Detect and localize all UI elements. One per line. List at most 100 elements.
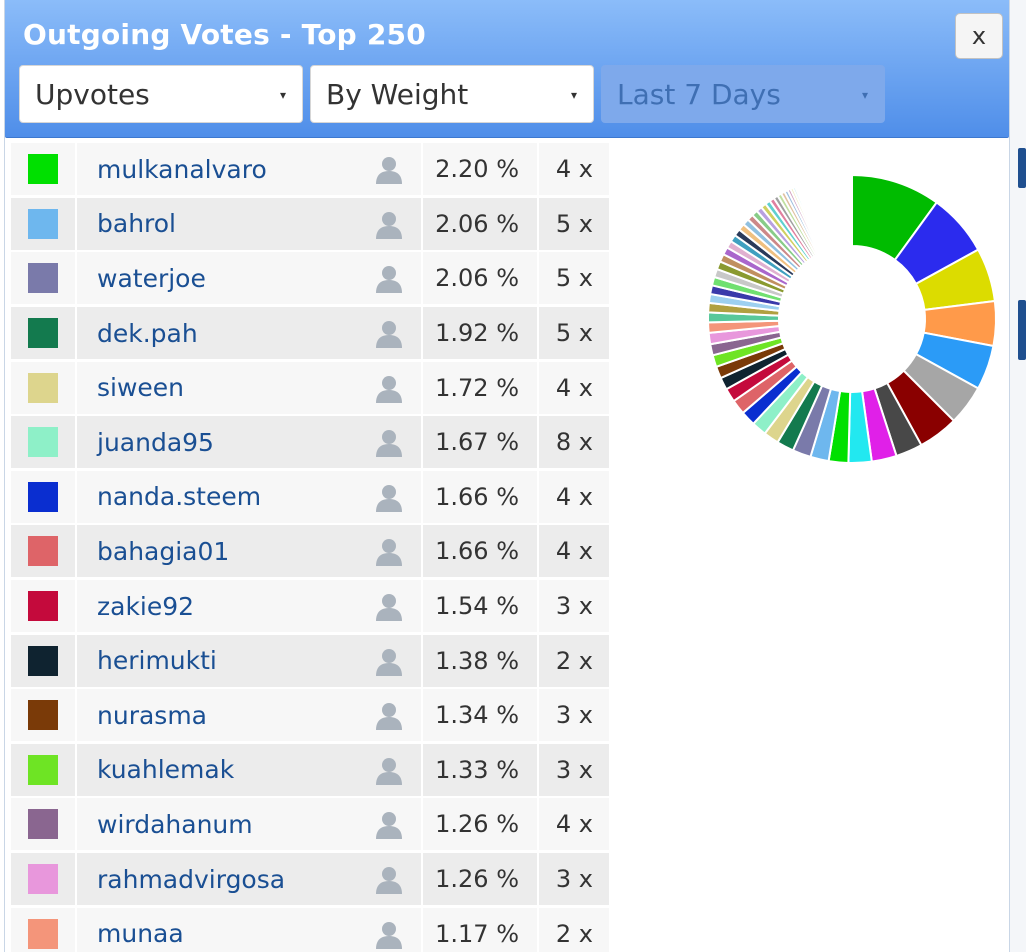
table-row: nanda.steem 1.66 % 4 x xyxy=(11,470,611,525)
color-cell xyxy=(11,798,75,851)
name-cell: juanda95 xyxy=(77,416,421,469)
table-row: juanda95 1.67 % 8 x xyxy=(11,415,611,470)
weight-percent: 1.54 % xyxy=(423,580,537,633)
voter-name-link[interactable]: kuahlemak xyxy=(97,755,234,784)
user-icon[interactable] xyxy=(373,153,405,185)
color-swatch xyxy=(28,864,58,895)
table-row: munaa 1.17 % 2 x xyxy=(11,906,611,952)
name-cell: mulkanalvaro xyxy=(77,143,421,196)
vote-count: 5 x xyxy=(539,252,609,305)
color-swatch xyxy=(28,918,58,949)
period-select: Last 7 Days ▾ xyxy=(601,65,885,123)
dialog-title: Outgoing Votes - Top 250 xyxy=(23,18,426,51)
name-cell: dek.pah xyxy=(77,307,421,360)
vote-count: 4 x xyxy=(539,798,609,851)
vote-type-select[interactable]: Upvotes ▾ xyxy=(19,65,303,123)
weight-percent: 2.06 % xyxy=(423,197,537,250)
user-icon[interactable] xyxy=(373,645,405,677)
voter-name-link[interactable]: zakie92 xyxy=(97,592,194,621)
vote-count: 3 x xyxy=(539,743,609,796)
table-row: herimukti 1.38 % 2 x xyxy=(11,633,611,688)
voter-name-link[interactable]: nanda.steem xyxy=(97,482,261,511)
color-cell xyxy=(11,853,75,906)
weight-percent: 1.72 % xyxy=(423,361,537,414)
color-swatch xyxy=(28,645,58,676)
color-cell xyxy=(11,743,75,796)
close-button[interactable]: x xyxy=(955,13,1003,59)
weight-percent: 1.17 % xyxy=(423,907,537,952)
user-icon[interactable] xyxy=(373,262,405,294)
color-swatch xyxy=(28,427,58,458)
table-row: nurasma 1.34 % 3 x xyxy=(11,688,611,743)
user-icon[interactable] xyxy=(373,808,405,840)
weight-percent: 1.38 % xyxy=(423,634,537,687)
weight-percent: 1.26 % xyxy=(423,798,537,851)
table-row: waterjoe 2.06 % 5 x xyxy=(11,251,611,306)
color-cell xyxy=(11,143,75,196)
weight-percent: 1.67 % xyxy=(423,416,537,469)
color-swatch xyxy=(28,536,58,567)
user-icon[interactable] xyxy=(373,754,405,786)
color-cell xyxy=(11,252,75,305)
name-cell: wirdahanum xyxy=(77,798,421,851)
color-swatch xyxy=(28,809,58,840)
user-icon[interactable] xyxy=(373,699,405,731)
voter-name-link[interactable]: juanda95 xyxy=(97,428,214,457)
voter-name-link[interactable]: herimukti xyxy=(97,646,217,675)
user-icon[interactable] xyxy=(373,590,405,622)
voter-name-link[interactable]: waterjoe xyxy=(97,264,206,293)
voter-name-link[interactable]: munaa xyxy=(97,919,184,948)
table-row: rahmadvirgosa 1.26 % 3 x xyxy=(11,852,611,907)
user-icon[interactable] xyxy=(373,372,405,404)
color-swatch xyxy=(28,700,58,731)
name-cell: munaa xyxy=(77,907,421,952)
name-cell: nanda.steem xyxy=(77,470,421,523)
user-icon[interactable] xyxy=(373,863,405,895)
voter-name-link[interactable]: mulkanalvaro xyxy=(97,155,267,184)
user-icon[interactable] xyxy=(373,535,405,567)
color-swatch xyxy=(28,318,58,349)
vote-count: 3 x xyxy=(539,689,609,742)
color-cell xyxy=(11,580,75,633)
voter-name-link[interactable]: dek.pah xyxy=(97,319,198,348)
color-cell xyxy=(11,470,75,523)
user-icon[interactable] xyxy=(373,426,405,458)
user-icon[interactable] xyxy=(373,208,405,240)
weight-percent: 1.66 % xyxy=(423,525,537,578)
vote-count: 8 x xyxy=(539,416,609,469)
vote-count: 2 x xyxy=(539,634,609,687)
voter-name-link[interactable]: siween xyxy=(97,373,184,402)
color-cell xyxy=(11,361,75,414)
chevron-down-icon: ▾ xyxy=(570,88,577,102)
color-swatch xyxy=(28,263,58,294)
voter-name-link[interactable]: nurasma xyxy=(97,701,207,730)
table-row: bahrol 2.06 % 5 x xyxy=(11,197,611,252)
user-icon[interactable] xyxy=(373,918,405,950)
background-page-glyph xyxy=(1018,148,1026,188)
color-cell xyxy=(11,307,75,360)
weight-percent: 1.26 % xyxy=(423,853,537,906)
voter-name-link[interactable]: wirdahanum xyxy=(97,810,253,839)
name-cell: bahrol xyxy=(77,197,421,250)
color-cell xyxy=(11,525,75,578)
user-icon[interactable] xyxy=(373,481,405,513)
vote-count: 5 x xyxy=(539,197,609,250)
name-cell: siween xyxy=(77,361,421,414)
color-swatch xyxy=(28,754,58,785)
vote-count: 3 x xyxy=(539,580,609,633)
name-cell: waterjoe xyxy=(77,252,421,305)
sort-select[interactable]: By Weight ▾ xyxy=(310,65,594,123)
color-swatch xyxy=(28,208,58,239)
color-swatch xyxy=(28,591,58,622)
weight-percent: 2.20 % xyxy=(423,143,537,196)
name-cell: herimukti xyxy=(77,634,421,687)
table-row: mulkanalvaro 2.20 % 4 x xyxy=(11,142,611,197)
color-cell xyxy=(11,416,75,469)
name-cell: kuahlemak xyxy=(77,743,421,796)
user-icon[interactable] xyxy=(373,317,405,349)
voter-name-link[interactable]: bahrol xyxy=(97,209,176,238)
voter-name-link[interactable]: bahagia01 xyxy=(97,537,229,566)
vote-count: 5 x xyxy=(539,307,609,360)
voter-name-link[interactable]: rahmadvirgosa xyxy=(97,865,285,894)
weight-percent: 1.66 % xyxy=(423,470,537,523)
